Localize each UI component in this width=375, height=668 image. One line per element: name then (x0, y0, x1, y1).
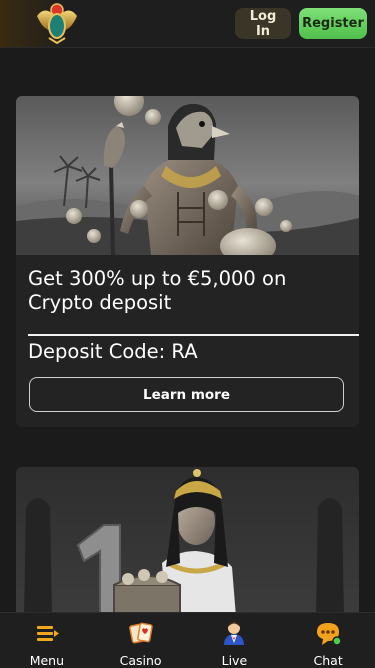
dealer-icon (224, 621, 245, 645)
promo-card: Get 300% up to €5,000 on Crypto deposit … (16, 96, 359, 427)
login-button[interactable]: Log In (235, 8, 291, 39)
chat-icon (317, 623, 342, 646)
promo-banner-image-2 (16, 467, 359, 617)
promo-card-2[interactable] (16, 467, 359, 617)
nav-item-live[interactable]: Live (188, 613, 282, 668)
nav-label-chat: Chat (313, 653, 343, 668)
register-button[interactable]: Register (299, 8, 367, 39)
top-header: Log In Register (0, 0, 375, 48)
scarab-logo-icon[interactable] (34, 2, 80, 44)
nav-item-chat[interactable]: Chat (281, 613, 375, 668)
nav-item-casino[interactable]: Casino (94, 613, 188, 668)
promo-title: Get 300% up to €5,000 on Crypto deposit (28, 267, 287, 314)
menu-icon (36, 626, 59, 641)
cards-icon (128, 622, 153, 644)
promo-banner-image (16, 96, 359, 255)
deposit-code: Deposit Code: RA (28, 340, 198, 363)
bottom-nav: Menu Casino Live Chat (0, 612, 375, 668)
learn-more-button[interactable]: Learn more (29, 377, 344, 412)
nav-item-menu[interactable]: Menu (0, 613, 94, 668)
nav-label-casino: Casino (119, 653, 162, 668)
nav-label-menu: Menu (29, 653, 65, 668)
divider (28, 334, 359, 336)
nav-label-live: Live (221, 653, 248, 668)
